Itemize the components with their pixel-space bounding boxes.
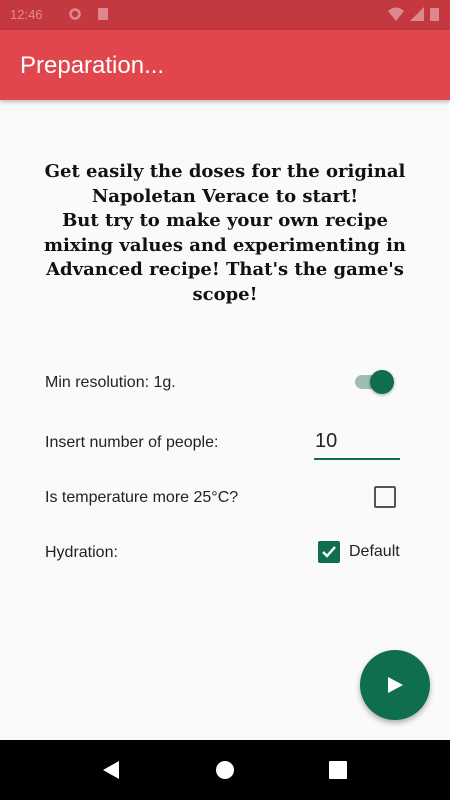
- hydration-label: Hydration:: [45, 544, 118, 561]
- app-bar: Preparation...: [0, 30, 450, 100]
- signal-icon: [410, 7, 424, 21]
- page-title: Preparation...: [20, 52, 165, 79]
- back-icon[interactable]: [101, 760, 121, 780]
- settings-icon: [68, 7, 82, 21]
- switch-thumb: [370, 370, 394, 394]
- intro-text: Get easily the doses for the original Na…: [43, 161, 407, 305]
- play-icon: [388, 677, 403, 693]
- temperature-label: Is temperature more 25°C?: [45, 489, 239, 506]
- check-icon: [322, 546, 336, 558]
- status-time: 12:46: [10, 7, 43, 22]
- min-resolution-switch[interactable]: [355, 370, 395, 394]
- storage-icon: [96, 7, 110, 21]
- status-bar: 12:46: [0, 0, 450, 30]
- wifi-icon: [388, 7, 404, 21]
- navigation-bar: [0, 740, 450, 800]
- temperature-checkbox[interactable]: [374, 486, 396, 508]
- battery-icon: [430, 7, 440, 21]
- home-icon[interactable]: [215, 760, 235, 780]
- people-count-input[interactable]: [314, 424, 400, 460]
- people-label: Insert number of people:: [45, 434, 219, 451]
- start-button[interactable]: [360, 650, 430, 720]
- hydration-default-label[interactable]: Default: [349, 543, 400, 561]
- hydration-default-checkbox[interactable]: [318, 541, 340, 563]
- min-resolution-label: Min resolution: 1g.: [45, 374, 176, 391]
- recents-icon[interactable]: [328, 760, 348, 780]
